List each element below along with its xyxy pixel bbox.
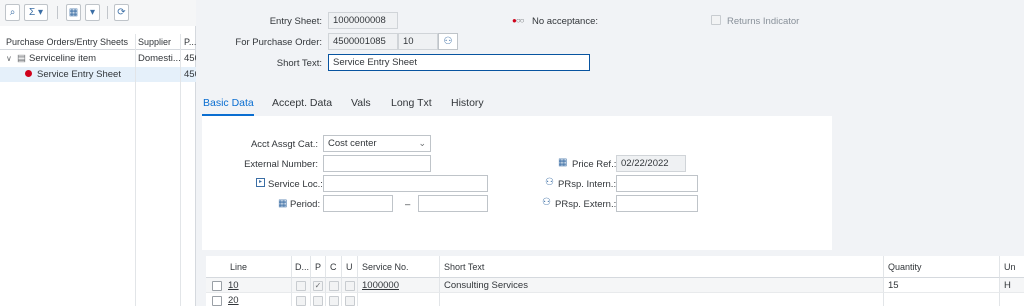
column-short-text[interactable]: Short Text [440, 256, 884, 278]
service-number[interactable]: 1000000 [358, 278, 440, 293]
acct-assgt-value: Cost center [328, 138, 377, 149]
find-icon[interactable]: ⌕ [5, 4, 20, 21]
line-number[interactable]: 10 [224, 278, 284, 293]
acct-assgt-label: Acct Assgt Cat.: [250, 139, 318, 150]
tab-accept-data[interactable]: Accept. Data [272, 97, 332, 109]
deletion-checkbox[interactable] [296, 296, 306, 306]
column-u[interactable]: U [342, 256, 358, 278]
tab-vals[interactable]: Vals [351, 97, 371, 109]
price-ref-field[interactable]: 02/22/2022 [616, 155, 686, 172]
service-loc-icon: ▸ [256, 178, 265, 187]
column-purchase-orders[interactable]: Purchase Orders/Entry Sheets [6, 37, 134, 47]
tree-row-serviceline[interactable]: ∨ ▤ Serviceline item Domesti... 450 [0, 51, 196, 66]
layout-dropdown-icon[interactable]: ▾ [85, 4, 100, 21]
tree-item-label: Serviceline item [29, 53, 97, 64]
acceptance-status-icon: ●○○ [512, 16, 524, 25]
acct-assgt-select[interactable]: Cost center ⌄ [323, 135, 431, 152]
short-text-label: Short Text: [276, 58, 322, 69]
calendar-icon: ▦ [558, 157, 568, 168]
status-red-icon [25, 70, 32, 77]
period-to-input[interactable] [418, 195, 488, 212]
quantity-field[interactable] [884, 293, 1000, 306]
document-icon: ▤ [17, 53, 26, 64]
tree-panel: ⌕ Σ ▾ ▦ ▾ ⟳ Purchase Orders/Entry Sheets… [0, 0, 196, 306]
column-unit[interactable]: Un [1000, 256, 1024, 278]
external-number-input[interactable] [323, 155, 431, 172]
persons-icon: ⚇ [545, 177, 554, 188]
prsp-extern-input[interactable] [616, 195, 698, 212]
external-number-label: External Number: [244, 159, 318, 170]
persons-icon: ⚇ [542, 197, 551, 208]
column-supplier[interactable]: Supplier [138, 37, 180, 47]
service-loc-input[interactable] [323, 175, 488, 192]
column-quantity[interactable]: Quantity [884, 256, 1000, 278]
deletion-checkbox[interactable] [296, 281, 306, 291]
tree-item-po: 450 [184, 53, 196, 64]
prsp-extern-label: PRsp. Extern.: [555, 199, 617, 210]
checkmark-icon[interactable]: ✓ [313, 281, 323, 291]
price-ref-label: Price Ref.: [572, 159, 617, 170]
row-select-checkbox[interactable] [212, 296, 222, 306]
prsp-intern-input[interactable] [616, 175, 698, 192]
entry-sheet-label: Entry Sheet: [269, 16, 322, 27]
display-po-icon[interactable]: ⚇ [438, 33, 458, 50]
line-number[interactable]: 20 [224, 293, 284, 306]
tree-row-entry-sheet[interactable]: Service Entry Sheet 450 [0, 67, 196, 82]
u-checkbox[interactable] [345, 296, 355, 306]
layout-icon[interactable]: ▦ [66, 4, 81, 21]
period-from-input[interactable] [323, 195, 393, 212]
service-short-text[interactable] [440, 293, 884, 306]
refresh-icon[interactable]: ⟳ [114, 4, 129, 21]
tree-item-label: Service Entry Sheet [37, 69, 121, 80]
tree-item-supplier: Domesti... [138, 53, 181, 64]
short-text-input[interactable]: Service Entry Sheet [328, 54, 590, 71]
entry-sheet-field[interactable]: 1000000008 [328, 12, 398, 29]
tree-toolbar: ⌕ Σ ▾ ▦ ▾ ⟳ [0, 0, 196, 26]
column-d[interactable]: D... [292, 256, 311, 278]
tab-history[interactable]: History [451, 97, 484, 109]
period-separator: – [405, 199, 411, 210]
u-checkbox[interactable] [345, 281, 355, 291]
tree-item-po: 450 [184, 69, 196, 80]
service-number[interactable] [358, 293, 440, 306]
c-checkbox[interactable] [329, 296, 339, 306]
prsp-intern-label: PRsp. Intern.: [558, 179, 617, 190]
purchase-order-field[interactable]: 4500001085 [328, 33, 398, 50]
po-item-field[interactable]: 10 [398, 33, 438, 50]
period-label: Period: [290, 199, 321, 210]
expand-icon[interactable]: ∨ [6, 54, 12, 63]
toolbar-separator [57, 6, 58, 19]
acceptance-label: No acceptance: [532, 16, 599, 27]
p-checkbox[interactable] [313, 296, 323, 306]
column-po[interactable]: P... [184, 37, 196, 47]
returns-indicator-label: Returns Indicator [727, 16, 800, 27]
column-divider [135, 34, 136, 306]
column-service-no[interactable]: Service No. [358, 256, 440, 278]
purchase-order-label: For Purchase Order: [235, 37, 322, 48]
unit-field[interactable] [1000, 293, 1024, 306]
service-loc-label: Service Loc.: [268, 179, 323, 190]
quantity-field[interactable]: 15 [884, 278, 1000, 293]
unit-field[interactable]: H [1000, 278, 1024, 293]
column-divider [180, 34, 181, 306]
tab-strip: Basic Data Accept. Data Vals Long Txt Hi… [202, 95, 1002, 115]
returns-indicator-checkbox[interactable] [711, 15, 721, 25]
column-p[interactable]: P [311, 256, 326, 278]
services-table: Line D... P C U Service No. Short Text Q… [206, 256, 1024, 306]
tab-basic-data[interactable]: Basic Data [203, 97, 254, 109]
column-line[interactable]: Line [206, 256, 292, 278]
row-select-checkbox[interactable] [212, 281, 222, 291]
toolbar-separator [107, 6, 108, 19]
tree-header: Purchase Orders/Entry Sheets Supplier P.… [0, 34, 196, 50]
calendar-icon: ▦ [278, 198, 288, 209]
sum-icon[interactable]: Σ ▾ [24, 4, 48, 21]
column-c[interactable]: C [326, 256, 342, 278]
c-checkbox[interactable] [329, 281, 339, 291]
chevron-down-icon: ⌄ [418, 138, 426, 148]
tab-long-txt[interactable]: Long Txt [391, 97, 432, 109]
service-short-text[interactable]: Consulting Services [440, 278, 884, 293]
